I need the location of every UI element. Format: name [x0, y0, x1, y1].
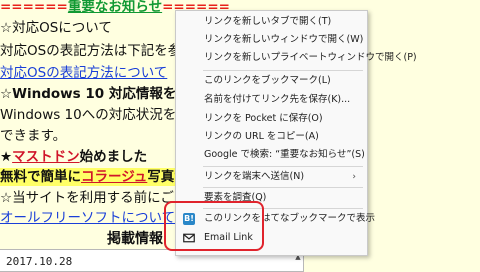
collage-link[interactable]: コラージュ	[81, 169, 147, 185]
menu-label: リンクを端末へ送信(N)	[204, 171, 305, 182]
menu-label: Google で検索: “重要なお知らせ”(S)	[204, 149, 365, 160]
star-mark: ★	[0, 149, 13, 165]
menu-copy-link-url[interactable]: リンクの URL をコピー(A)	[177, 128, 366, 146]
menu-label: リンクを新しいウィンドウで開く(W)	[204, 34, 364, 45]
menu-label: リンクを新しいプライベートウィンドウで開く(P)	[204, 52, 417, 63]
mastodon-rest: 始めました	[79, 149, 148, 165]
mastodon-line: ★マストドン始めました	[0, 148, 147, 166]
menu-separator	[203, 187, 363, 188]
menu-open-new-tab[interactable]: リンクを新しいタブで開く(T)	[177, 13, 366, 31]
menu-open-private-window[interactable]: リンクを新しいプライベートウィンドウで開く(P)	[177, 49, 417, 67]
highlight-box	[164, 201, 264, 251]
menu-separator	[203, 166, 363, 167]
menu-label: リンクを Pocket に保存(O)	[204, 113, 323, 124]
menu-send-to-device[interactable]: リンクを端末へ送信(N) ›	[177, 168, 366, 186]
collage-prefix: 無料で簡単に	[0, 169, 81, 185]
os-text: 対応OSの表記方法は下記を参照	[0, 43, 195, 59]
mastodon-link[interactable]: マストドン	[12, 149, 80, 165]
table-title: 掲載情報	[107, 231, 163, 247]
menu-search-google[interactable]: Google で検索: “重要なお知らせ”(S)	[177, 146, 366, 164]
menu-label: リンクの URL をコピー(A)	[204, 131, 319, 142]
menu-label: このリンクをブックマーク(L)	[204, 75, 331, 86]
os-notation-link[interactable]: 対応OSの表記方法について	[0, 65, 167, 81]
menu-label: リンクを新しいタブで開く(T)	[204, 16, 332, 27]
menu-save-to-pocket[interactable]: リンクを Pocket に保存(O)	[177, 110, 366, 128]
menu-label: 名前を付けてリンク先を保存(K)...	[204, 94, 351, 105]
win10-header: ☆Windows 10 対応情報を更	[0, 86, 190, 102]
date-entry: 2017.10.28	[6, 255, 73, 268]
menu-bookmark-link[interactable]: このリンクをブックマーク(L)	[177, 72, 366, 90]
freesoft-link[interactable]: オールフリーソフトについて	[0, 210, 175, 226]
win10-text-2: できます。	[0, 128, 67, 144]
os-header: ☆対応OSについて	[0, 20, 112, 36]
notice-dashes-left: ======	[0, 0, 68, 15]
site-notice: ☆当サイトを利用する前にご	[0, 190, 174, 206]
menu-separator	[203, 70, 363, 71]
notice-title-link[interactable]: 重要なお知らせ	[68, 0, 162, 15]
freesoft-line: オールフリーソフトについて	[0, 209, 175, 227]
win10-text: Windows 10への対応状況を確	[0, 107, 190, 123]
menu-open-new-window[interactable]: リンクを新しいウィンドウで開く(W)	[177, 31, 366, 49]
submenu-arrow-icon: ›	[352, 172, 356, 182]
collage-line: 無料で簡単にコラージュ写真が	[0, 168, 188, 186]
menu-save-link-as[interactable]: 名前を付けてリンク先を保存(K)...	[177, 91, 366, 109]
os-link-line: 対応OSの表記方法について	[0, 64, 167, 82]
